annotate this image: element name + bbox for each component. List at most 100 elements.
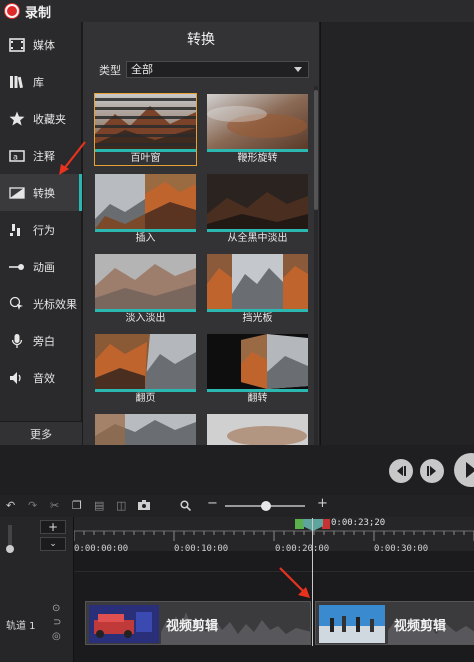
- transitions-panel: 转换 类型 全部 百叶窗 鞭形旋转 插入 从全黑中淡出 淡入淡出 挡光板 翻页 …: [83, 22, 319, 446]
- sidebar-item-cursor-effects[interactable]: 光标效果: [0, 285, 82, 322]
- transition-tile-barn-door[interactable]: 挡光板: [207, 254, 308, 325]
- sidebar-item-label: 音效: [33, 371, 55, 385]
- sidebar-item-media[interactable]: 媒体: [0, 26, 82, 63]
- record-icon[interactable]: [5, 4, 19, 18]
- transition-label: 鞭形旋转: [237, 153, 278, 164]
- transition-tile-flip[interactable]: 翻转: [207, 334, 308, 405]
- cut-icon[interactable]: ✂: [50, 500, 59, 512]
- sidebar-item-label: 动画: [33, 260, 55, 274]
- sidebar-item-label: 旁白: [33, 334, 55, 348]
- play-button[interactable]: [454, 453, 474, 487]
- zoom-slider-handle[interactable]: [261, 501, 271, 511]
- zoom-in-icon[interactable]: +: [317, 497, 328, 510]
- transition-thumbnail: [95, 334, 196, 389]
- sidebar-item-voice-narration[interactable]: 旁白: [0, 322, 82, 359]
- transition-label: 翻页: [135, 393, 156, 404]
- selection-start-marker[interactable]: [295, 519, 304, 529]
- preview-canvas: [320, 22, 474, 445]
- sidebar-item-transitions[interactable]: 转换: [0, 174, 82, 211]
- transition-tile-fade-through-black[interactable]: 从全黑中淡出: [207, 174, 308, 245]
- timeline-toolbar: ↶ ↷ ✂ ❐ ▤ ◫ − +: [0, 495, 474, 517]
- filter-value: 全部: [131, 63, 153, 76]
- transition-thumbnail: [95, 94, 196, 149]
- lock-icon[interactable]: ⊙: [52, 603, 60, 614]
- transition-tile-blinds[interactable]: 百叶窗: [94, 93, 197, 166]
- app-window: 录制 媒体 库 收藏夹 a 注释 转换 行为 动画 光标效果 旁白 音效 更多 …: [0, 0, 474, 662]
- transition-thumbnail: [207, 334, 308, 389]
- transition-tile-whip-spin[interactable]: 鞭形旋转: [207, 94, 308, 165]
- top-bar: 录制: [0, 0, 474, 22]
- camera-icon[interactable]: [138, 500, 150, 513]
- track-height-handle[interactable]: [6, 545, 14, 553]
- step-back-icon: [397, 466, 406, 476]
- panel-title: 转换: [187, 32, 215, 48]
- playback-controls: [0, 445, 474, 495]
- svg-text:a: a: [13, 152, 18, 161]
- filter-label: 类型: [99, 64, 121, 77]
- scroll-thumb[interactable]: [314, 90, 318, 210]
- undo-icon[interactable]: ↶: [6, 500, 15, 512]
- transition-tile-insert[interactable]: 插入: [95, 174, 196, 245]
- library-icon: [5, 75, 29, 89]
- track-label: 轨道 1: [6, 621, 36, 632]
- collapse-tracks-button[interactable]: ⌄: [40, 537, 66, 551]
- transition-thumbnail: [207, 254, 308, 309]
- video-clip[interactable]: 视频剪辑: [315, 601, 474, 645]
- transition-thumbnail: [95, 254, 196, 309]
- track-options-icon[interactable]: ⊃: [53, 617, 61, 628]
- sidebar-item-behaviors[interactable]: 行为: [0, 211, 82, 248]
- transition-thumbnail: [207, 94, 308, 149]
- sidebar-item-label: 行为: [33, 223, 55, 237]
- more-button[interactable]: 更多: [0, 421, 82, 445]
- sidebar-item-library[interactable]: 库: [0, 63, 82, 100]
- audio-icon: [5, 371, 29, 385]
- sidebar-item-favorites[interactable]: 收藏夹: [0, 100, 82, 137]
- transition-label: 淡入淡出: [125, 313, 166, 324]
- step-forward-icon: [427, 466, 436, 476]
- timeline: + ⌄ 轨道 1 ⊙ ⊃ ◎ 0:00:00;00 0:00:10;00 0:0…: [0, 517, 474, 662]
- sidebar-item-label: 收藏夹: [33, 112, 66, 126]
- sidebar: 媒体 库 收藏夹 a 注释 转换 行为 动画 光标效果 旁白 音效 更多: [0, 22, 82, 445]
- clip-name: 视频剪辑: [394, 619, 447, 634]
- transition-thumbnail: [95, 414, 196, 445]
- record-button-label[interactable]: 录制: [25, 2, 51, 21]
- panel-scrollbar[interactable]: [314, 86, 318, 446]
- transition-tile-page-turn[interactable]: 翻页: [95, 334, 196, 405]
- type-filter-select[interactable]: 全部: [126, 61, 309, 78]
- copy-icon[interactable]: ❐: [72, 500, 82, 512]
- sidebar-item-label: 媒体: [33, 38, 55, 52]
- transition-thumbnail: [207, 414, 308, 445]
- annotation-icon: a: [5, 149, 29, 163]
- split-icon[interactable]: ◫: [116, 500, 126, 512]
- cursor-effect-icon: [5, 296, 29, 312]
- time-ruler[interactable]: 0:00:00;00 0:00:10;00 0:00:20;00 0:00:30…: [74, 517, 474, 554]
- annotation-arrow-icon: [59, 141, 86, 175]
- selection-end-marker[interactable]: [322, 519, 330, 529]
- annotation-arrow-icon: [279, 567, 310, 598]
- sidebar-item-animations[interactable]: 动画: [0, 248, 82, 285]
- transition-thumbnail: [207, 174, 308, 229]
- clip-name: 视频剪辑: [166, 619, 219, 634]
- sidebar-item-audio-effects[interactable]: 音效: [0, 359, 82, 396]
- animation-icon: [5, 261, 29, 273]
- play-icon: [466, 462, 474, 478]
- transition-tile-fade[interactable]: 淡入淡出: [95, 254, 196, 325]
- transition-label: 插入: [135, 233, 156, 244]
- redo-icon[interactable]: ↷: [28, 500, 37, 512]
- step-back-button[interactable]: [389, 459, 413, 483]
- star-icon: [5, 111, 29, 126]
- playhead-time: 0:00:23;20: [331, 518, 386, 528]
- transition-label: 百叶窗: [130, 153, 161, 164]
- transition-tile-partial[interactable]: [95, 414, 196, 445]
- transition-tile-partial[interactable]: [207, 414, 308, 445]
- paste-icon[interactable]: ▤: [94, 500, 104, 512]
- sidebar-item-label: 光标效果: [33, 297, 77, 311]
- zoom-out-icon[interactable]: −: [207, 497, 218, 510]
- track-visibility-icon[interactable]: ◎: [52, 631, 61, 642]
- chevron-down-icon: [294, 67, 302, 72]
- step-forward-button[interactable]: [420, 459, 444, 483]
- transition-label: 翻转: [247, 393, 268, 404]
- add-track-button[interactable]: +: [40, 520, 66, 534]
- video-clip[interactable]: 视频剪辑: [85, 601, 311, 645]
- track-header-column: + ⌄ 轨道 1 ⊙ ⊃ ◎: [0, 517, 74, 662]
